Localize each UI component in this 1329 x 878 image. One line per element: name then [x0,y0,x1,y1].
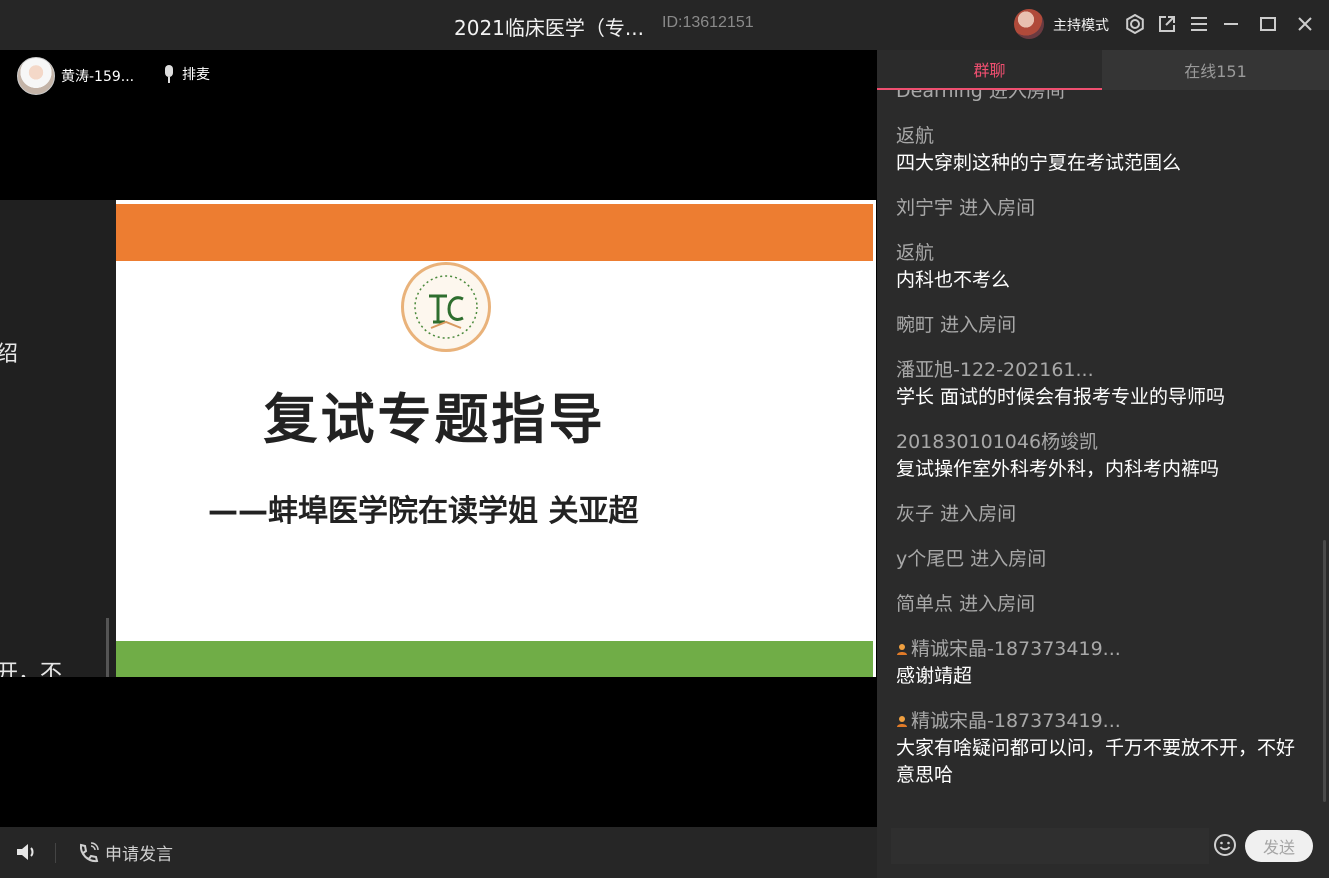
chat-username[interactable]: 返航 [896,125,934,147]
presenter-info[interactable]: 黄涛-159... [17,57,134,95]
list-item: 简单点 进入房间 [896,591,1316,618]
system-notice: 进入房间 [988,90,1065,102]
slide-top-band [116,204,873,261]
chat-username[interactable]: 潘亚旭-122-202161... [896,359,1094,381]
volume-icon[interactable] [15,841,39,867]
system-notice: 进入房间 [940,503,1017,525]
shared-screen-text: 开，不 [0,661,63,677]
close-icon[interactable] [1294,13,1316,35]
chat-panel: 群聊 在线151 Dearning 进入房间 返航 四大穿刺这种的宁夏在考试范围… [877,50,1329,878]
maximize-icon[interactable] [1257,13,1279,35]
presentation-slide: 复试专题指导 ——蚌埠医学院在读学姐 关亚超 [116,200,876,677]
tab-group-chat[interactable]: 群聊 [877,50,1102,90]
chat-username[interactable]: 畹町 [896,314,934,336]
slide-heading-text: 复试专题指导 [263,388,606,451]
presenter-name: 黄涛-159... [61,69,135,85]
system-notice: 进入房间 [970,548,1047,570]
chat-username[interactable]: 刘宁宇 [896,197,953,219]
list-item: 潘亚旭-122-202161... [896,357,1316,384]
chat-message-text: 大家有啥疑问都可以问，千万不要放不开，不好意思哈 [896,737,1296,786]
tab-online-users[interactable]: 在线151 [1102,50,1329,90]
slide-heading: 复试专题指导 [116,375,873,454]
user-badge-icon [897,644,907,655]
mic-queue-label: 排麦 [182,67,210,83]
phone-icon [79,841,99,862]
chat-username[interactable]: 精诚宋晶-187373419... [911,710,1121,732]
window-title: 2021临床医学（专... [454,16,644,40]
emoji-icon[interactable] [1213,833,1237,861]
shared-screen-text: 绍 [0,342,19,367]
list-item: 返航 [896,240,1316,267]
list-item: 精诚宋晶-187373419... [896,708,1316,735]
slide-bottom-band [116,641,873,677]
send-button[interactable]: 发送 [1245,830,1313,862]
list-item: 返航 [896,123,1316,150]
chat-username[interactable]: 灰子 [896,503,934,525]
list-item: Dearning 进入房间 [896,90,1316,105]
menu-icon[interactable] [1188,13,1210,35]
microphone-icon [165,65,173,83]
presenter-avatar[interactable] [17,57,55,95]
list-item: y个尾巴 进入房间 [896,546,1316,573]
toolbar-divider [55,843,56,863]
chat-username[interactable]: 简单点 [896,593,953,615]
chat-message-text: 学长 面试的时候会有报考专业的导师吗 [896,386,1226,408]
list-item: 刘宁宇 进入房间 [896,195,1316,222]
host-avatar[interactable] [1014,9,1044,39]
apply-speak-label: 申请发言 [105,845,173,865]
school-logo [401,262,491,352]
minimize-icon[interactable] [1220,13,1242,35]
room-id: ID:13612151 [662,14,754,31]
chat-username[interactable]: 返航 [896,242,934,264]
chat-scrollbar[interactable] [1323,540,1326,802]
chat-message-text: 复试操作室外科考外科，内科考内裤吗 [896,458,1220,480]
shared-screen-scrollbar [106,618,109,677]
chat-username[interactable]: y个尾巴 [896,548,964,570]
settings-gear-icon[interactable] [1124,13,1146,35]
slide-subtitle: ——蚌埠医学院在读学姐 关亚超 [208,494,639,529]
list-item: 201830101046杨竣凯 [896,429,1316,456]
chat-username[interactable]: 精诚宋晶-187373419... [911,638,1121,660]
title-bar: 2021临床医学（专... ID:13612151 主持模式 [0,0,1329,50]
shared-screen-strip: 绍 开，不 [0,200,116,677]
chat-input-row: 发送 [891,828,1329,864]
chat-tabs: 群聊 在线151 [877,50,1329,90]
popout-icon[interactable] [1156,13,1178,35]
chat-message-text: 内科也不考么 [896,269,1011,291]
system-notice: 进入房间 [940,314,1017,336]
chat-message-text: 四大穿刺这种的宁夏在考试范围么 [896,152,1182,174]
user-badge-icon [897,716,907,727]
chat-input[interactable] [891,828,1209,864]
chat-username[interactable]: 201830101046杨竣凯 [896,431,1098,453]
mic-queue-button[interactable]: 排麦 [162,64,210,84]
system-notice: 进入房间 [959,197,1036,219]
chat-message-text: 感谢靖超 [896,665,973,687]
bottom-toolbar: 申请发言 [0,827,877,878]
apply-speak-button[interactable]: 申请发言 [77,840,173,865]
system-notice: 进入房间 [959,593,1036,615]
message-list[interactable]: Dearning 进入房间 返航 四大穿刺这种的宁夏在考试范围么 刘宁宇 进入房… [877,90,1317,825]
list-item: 精诚宋晶-187373419... [896,636,1316,663]
list-item: 畹町 进入房间 [896,312,1316,339]
list-item: 灰子 进入房间 [896,501,1316,528]
chat-username[interactable]: Dearning [896,90,983,102]
host-mode-label[interactable]: 主持模式 [1053,15,1109,35]
